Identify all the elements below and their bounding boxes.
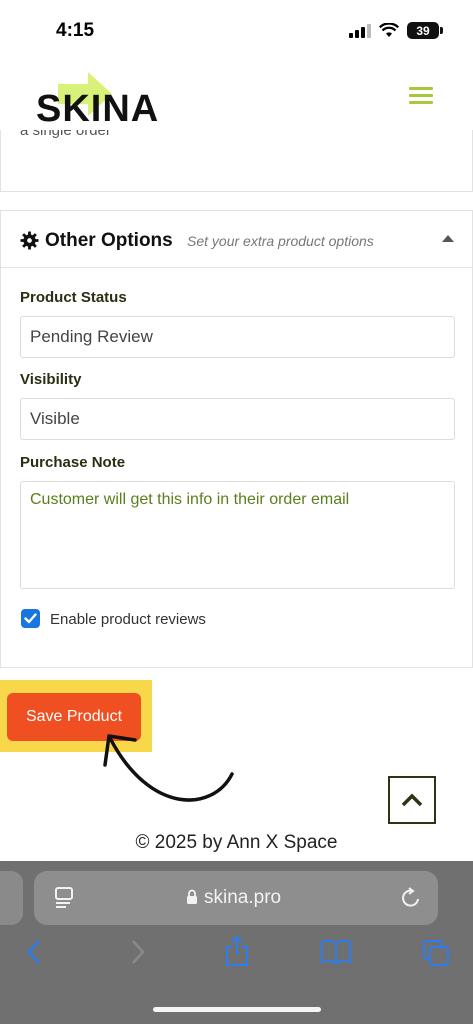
share-icon[interactable] bbox=[224, 935, 250, 967]
chevron-up-icon bbox=[401, 793, 423, 807]
product-status-select[interactable]: Pending Review bbox=[20, 316, 455, 358]
visibility-label: Visibility bbox=[20, 371, 82, 388]
status-bar: 4:15 39 bbox=[0, 0, 473, 60]
home-indicator bbox=[153, 1007, 321, 1012]
logo-text: SKINA bbox=[36, 88, 160, 130]
battery-level: 39 bbox=[416, 23, 430, 38]
hamburger-menu-icon[interactable] bbox=[409, 87, 433, 107]
gear-icon bbox=[20, 231, 39, 250]
other-options-header[interactable]: Other Options Set your extra product opt… bbox=[1, 211, 472, 268]
other-options-subtitle: Set your extra product options bbox=[187, 233, 374, 249]
previous-panel: a single order bbox=[0, 130, 473, 192]
other-options-panel: Other Options Set your extra product opt… bbox=[0, 210, 473, 668]
wifi-icon bbox=[379, 23, 399, 37]
browser-toolbar: skina.pro bbox=[0, 861, 473, 1024]
status-time: 4:15 bbox=[56, 20, 95, 41]
page-menu-icon[interactable] bbox=[54, 886, 74, 910]
visibility-select[interactable]: Visible bbox=[20, 398, 455, 440]
battery-icon: 39 bbox=[407, 22, 443, 39]
status-icons: 39 bbox=[349, 22, 443, 39]
back-to-top-button[interactable] bbox=[388, 776, 436, 824]
previous-panel-text: a single order bbox=[20, 130, 111, 139]
back-icon[interactable] bbox=[26, 939, 42, 965]
reload-icon[interactable] bbox=[400, 885, 422, 909]
collapse-caret-icon[interactable] bbox=[442, 235, 454, 242]
tabs-icon[interactable] bbox=[422, 939, 450, 967]
checkmark-icon bbox=[24, 613, 37, 624]
purchase-note-textarea[interactable]: Customer will get this info in their ord… bbox=[20, 481, 455, 589]
signal-icon bbox=[349, 23, 371, 38]
previous-tab-preview[interactable] bbox=[0, 871, 23, 925]
browser-nav-bar bbox=[0, 935, 473, 975]
forward-icon[interactable] bbox=[130, 939, 146, 965]
url-text: skina.pro bbox=[204, 887, 282, 908]
address-bar[interactable]: skina.pro bbox=[34, 871, 438, 925]
purchase-note-label: Purchase Note bbox=[20, 454, 126, 471]
lock-icon bbox=[187, 889, 197, 904]
other-options-title: Other Options bbox=[45, 230, 173, 251]
logo[interactable]: SKINA bbox=[36, 70, 176, 136]
copyright-text: © 2025 by Ann X Space bbox=[135, 832, 338, 853]
annotation-arrow-icon bbox=[103, 734, 234, 802]
product-status-label: Product Status bbox=[20, 289, 127, 306]
reviews-checkbox-label[interactable]: Enable product reviews bbox=[50, 611, 206, 628]
reviews-checkbox[interactable] bbox=[21, 609, 40, 628]
bookmarks-icon[interactable] bbox=[320, 939, 352, 965]
